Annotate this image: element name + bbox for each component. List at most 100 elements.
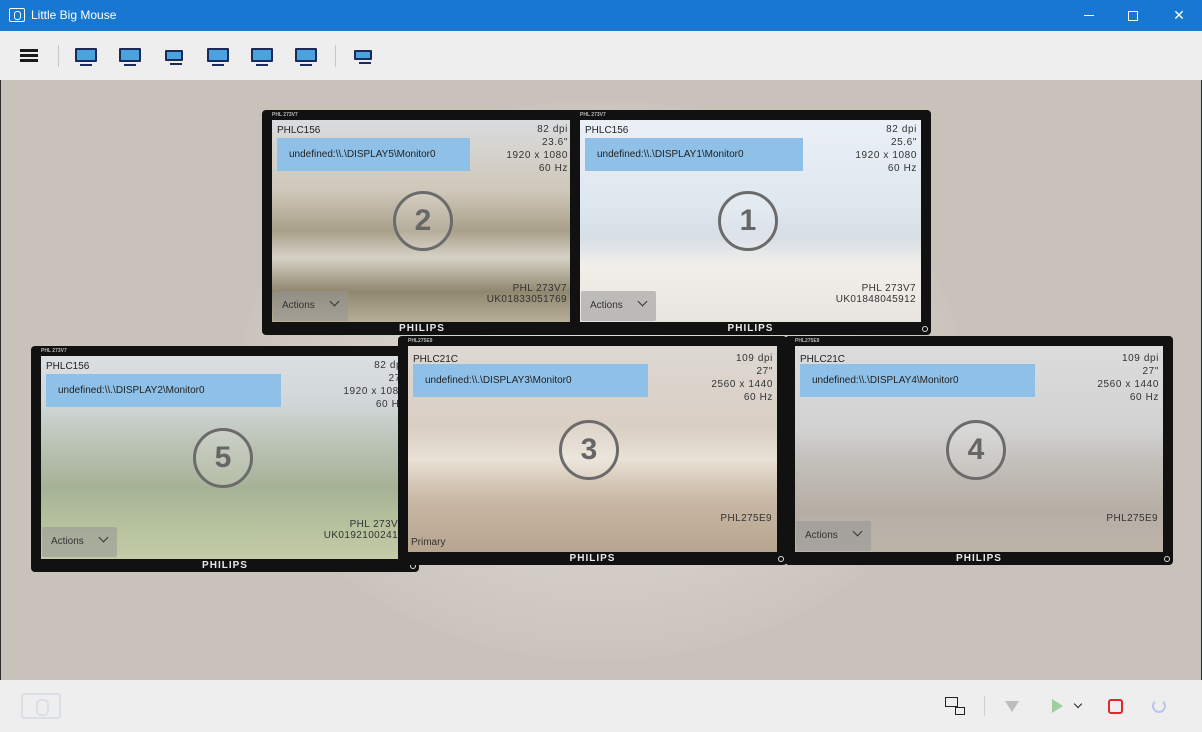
monitor-model: PHL275E9 bbox=[1106, 513, 1158, 524]
monitor-screen[interactable]: PHLC156 undefined:\\.\DISPLAY1\Monitor0 … bbox=[580, 120, 921, 322]
monitor-2[interactable]: PHL 273V7 PHLC156 undefined:\\.\DISPLAY5… bbox=[262, 110, 582, 335]
actions-label: Actions bbox=[51, 536, 84, 547]
monitor-1[interactable]: PHL 273V7 PHLC156 undefined:\\.\DISPLAY1… bbox=[570, 110, 931, 335]
monitor-layout-canvas[interactable]: PHL 273V7 PHLC156 undefined:\\.\DISPLAY5… bbox=[1, 80, 1201, 680]
actions-dropdown[interactable]: Actions bbox=[581, 291, 656, 321]
monitor-refresh: 60 Hz bbox=[375, 399, 405, 410]
monitor-model: PHL 273V7 UK01921002417 bbox=[324, 519, 404, 541]
monitor-number: 5 bbox=[193, 428, 253, 488]
start-icon bbox=[1051, 699, 1063, 713]
monitor-layout-button[interactable] bbox=[73, 43, 99, 67]
window-arrange-button[interactable] bbox=[943, 694, 967, 718]
monitor-fit-button[interactable] bbox=[249, 43, 275, 67]
chevron-down-icon bbox=[329, 296, 340, 307]
model-name: PHL 273V7 bbox=[861, 283, 916, 294]
brand-logo: PHILIPS bbox=[727, 323, 774, 334]
app-logo-icon bbox=[21, 693, 61, 719]
monitor-model: PHL 273V7 UK01833051769 bbox=[487, 283, 567, 305]
start-button[interactable] bbox=[1045, 694, 1069, 718]
monitor-dpi: 109 dpi bbox=[1121, 353, 1159, 364]
monitor-name: PHLC156 bbox=[46, 361, 90, 372]
chevron-down-icon bbox=[1073, 699, 1083, 709]
bezel-model: PHL275E9 bbox=[795, 338, 820, 344]
monitor-specs: 82 dpi 23.6" 1920 x 1080 60 Hz bbox=[506, 123, 568, 175]
bezel-model: PHL 273V7 bbox=[580, 112, 606, 118]
power-icon bbox=[778, 556, 784, 562]
stop-icon bbox=[1107, 698, 1123, 714]
model-name: PHL 273V7 bbox=[512, 283, 567, 294]
monitor-size: 25.6" bbox=[890, 137, 917, 148]
monitor-size: 27" bbox=[756, 366, 773, 377]
monitor-swap-button[interactable] bbox=[161, 43, 187, 67]
menu-button[interactable] bbox=[16, 43, 42, 67]
monitor-specs: 109 dpi 27" 2560 x 1440 60 Hz bbox=[711, 352, 773, 404]
status-bar bbox=[0, 680, 1202, 732]
actions-dropdown[interactable]: Actions bbox=[42, 527, 117, 557]
window-title: Little Big Mouse bbox=[31, 8, 117, 22]
monitor-screen[interactable]: PHLC156 undefined:\\.\DISPLAY5\Monitor0 … bbox=[272, 120, 572, 322]
monitor-model: PHL 273V7 UK01848045912 bbox=[836, 283, 916, 305]
actions-label: Actions bbox=[282, 300, 315, 311]
monitor-resolution: 1920 x 1080 bbox=[506, 150, 568, 161]
monitor-5[interactable]: PHL 273V7 PHLC156 undefined:\\.\DISPLAY2… bbox=[31, 346, 419, 572]
monitor-swap-icon bbox=[165, 49, 183, 65]
monitor-name: PHLC156 bbox=[277, 125, 321, 136]
brand-logo: PHILIPS bbox=[202, 560, 248, 571]
primary-label: Primary bbox=[411, 537, 446, 548]
toolbar-separator bbox=[58, 45, 59, 67]
filter-button[interactable] bbox=[1000, 694, 1024, 718]
monitor-info-icon bbox=[119, 48, 141, 66]
monitor-specs: 109 dpi 27" 2560 x 1440 60 Hz bbox=[1097, 352, 1159, 404]
actions-dropdown[interactable]: Actions bbox=[796, 521, 871, 551]
serial-number: UK01921002417 bbox=[323, 530, 404, 541]
brand-logo: PHILIPS bbox=[399, 323, 445, 334]
monitor-refresh: 60 Hz bbox=[1129, 392, 1159, 403]
actions-dropdown[interactable]: Actions bbox=[273, 291, 348, 321]
close-button[interactable]: ✕ bbox=[1156, 0, 1202, 31]
monitor-4[interactable]: PHL275E9 PHLC21C undefined:\\.\DISPLAY4\… bbox=[785, 336, 1173, 565]
monitor-number: 2 bbox=[393, 191, 453, 251]
title-bar[interactable]: Little Big Mouse ✕ bbox=[0, 0, 1202, 31]
bezel-model: PHL 273V7 bbox=[272, 112, 298, 118]
toolbar-separator bbox=[335, 45, 336, 67]
monitor-resolution: 2560 x 1440 bbox=[1097, 379, 1159, 390]
monitor-info-button[interactable] bbox=[117, 43, 143, 67]
power-icon bbox=[922, 326, 928, 332]
monitor-size: 27" bbox=[388, 373, 405, 384]
maximize-button[interactable] bbox=[1110, 0, 1156, 31]
list-icon bbox=[354, 50, 372, 64]
reset-button[interactable] bbox=[1147, 694, 1171, 718]
toolbar bbox=[0, 31, 1202, 80]
monitor-device-id: undefined:\\.\DISPLAY5\Monitor0 bbox=[277, 138, 470, 171]
monitor-model: PHL275E9 bbox=[720, 513, 772, 524]
monitor-resolution: 1920 x 1080 bbox=[855, 150, 917, 161]
model-name: PHL275E9 bbox=[1106, 513, 1158, 524]
monitor-number: 4 bbox=[946, 420, 1006, 480]
close-icon: ✕ bbox=[1173, 7, 1185, 23]
monitor-dpi: 82 dpi bbox=[886, 124, 917, 135]
maximize-icon bbox=[1128, 10, 1138, 21]
bezel-model: PHL 273V7 bbox=[41, 348, 67, 354]
monitor-size-button[interactable] bbox=[205, 43, 231, 67]
chevron-down-icon bbox=[852, 526, 863, 537]
monitor-screen[interactable]: PHLC156 undefined:\\.\DISPLAY2\Monitor0 … bbox=[41, 356, 409, 559]
actions-label: Actions bbox=[590, 300, 623, 311]
stop-button[interactable] bbox=[1103, 694, 1127, 718]
brand-logo: PHILIPS bbox=[956, 553, 1002, 564]
monitor-3[interactable]: PHL275E9 PHLC21C undefined:\\.\DISPLAY3\… bbox=[398, 336, 787, 565]
list-view-button[interactable] bbox=[350, 43, 376, 67]
monitor-layout-icon bbox=[75, 48, 97, 66]
window-arrange-icon bbox=[945, 697, 965, 715]
monitor-dpi: 109 dpi bbox=[735, 353, 773, 364]
monitor-wallpaper-icon bbox=[295, 48, 317, 66]
start-options-button[interactable] bbox=[1069, 694, 1087, 718]
monitor-resolution: 2560 x 1440 bbox=[711, 379, 773, 390]
monitor-wallpaper-button[interactable] bbox=[293, 43, 319, 67]
monitor-number: 1 bbox=[718, 191, 778, 251]
minimize-button[interactable] bbox=[1066, 0, 1112, 31]
monitor-number: 3 bbox=[559, 420, 619, 480]
monitor-refresh: 60 Hz bbox=[743, 392, 773, 403]
monitor-screen[interactable]: PHLC21C undefined:\\.\DISPLAY3\Monitor0 … bbox=[408, 346, 777, 552]
monitor-fit-icon bbox=[251, 48, 273, 66]
monitor-screen[interactable]: PHLC21C undefined:\\.\DISPLAY4\Monitor0 … bbox=[795, 346, 1163, 552]
